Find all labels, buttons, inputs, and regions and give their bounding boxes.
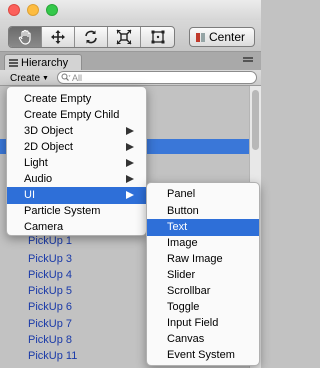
- hierarchy-search-input[interactable]: All: [57, 71, 257, 84]
- menu-item-input-field[interactable]: Input Field: [147, 315, 259, 332]
- create-label: Create: [10, 72, 41, 84]
- hierarchy-tab[interactable]: Hierarchy: [4, 54, 82, 70]
- hand-icon: [18, 29, 31, 45]
- hierarchy-row[interactable]: PickUp 6: [28, 300, 72, 315]
- hierarchy-row[interactable]: PickUp 7: [28, 317, 72, 332]
- scale-tool-button[interactable]: [108, 27, 141, 47]
- menu-item-create-empty[interactable]: Create Empty: [7, 91, 146, 108]
- move-tool-button[interactable]: [42, 27, 75, 47]
- hierarchy-row[interactable]: PickUp 1: [28, 234, 72, 249]
- menu-item-event-system[interactable]: Event System: [147, 347, 259, 364]
- main-toolbar: Center: [0, 20, 261, 52]
- rect-transform-icon: [151, 30, 164, 44]
- hierarchy-row[interactable]: PickUp 11: [28, 349, 77, 364]
- ui-submenu: Panel Button Text Image Raw Image Slider…: [146, 182, 260, 366]
- transform-tools: [8, 26, 175, 48]
- hierarchy-row[interactable]: PickUp 3: [28, 252, 72, 267]
- create-menu: Create Empty Create Empty Child 3D Objec…: [6, 86, 147, 236]
- minimize-window-button[interactable]: [27, 4, 39, 16]
- menu-item-3d-object[interactable]: 3D Object: [7, 123, 146, 140]
- menu-item-toggle[interactable]: Toggle: [147, 299, 259, 316]
- hierarchy-row[interactable]: PickUp 4: [28, 268, 72, 283]
- menu-item-2d-object[interactable]: 2D Object: [7, 139, 146, 156]
- maximize-window-button[interactable]: [46, 4, 58, 16]
- pivot-icon: [195, 32, 206, 43]
- move-arrows-icon: [51, 30, 65, 44]
- menu-item-create-empty-child[interactable]: Create Empty Child: [7, 107, 146, 124]
- hierarchy-toolbar: Create ▼ All: [0, 70, 261, 86]
- list-icon: [9, 58, 18, 67]
- panel-menu-icon[interactable]: [243, 57, 253, 65]
- menu-item-panel[interactable]: Panel: [147, 186, 259, 203]
- menu-item-slider[interactable]: Slider: [147, 267, 259, 284]
- scrollbar-thumb[interactable]: [252, 90, 259, 150]
- caret-down-icon: ▼: [42, 74, 49, 82]
- hierarchy-tab-label: Hierarchy: [21, 56, 69, 69]
- search-icon: [61, 73, 71, 81]
- menu-item-particle-system[interactable]: Particle System: [7, 203, 146, 220]
- menu-item-scrollbar[interactable]: Scrollbar: [147, 283, 259, 300]
- menu-item-camera[interactable]: Camera: [7, 219, 146, 236]
- submenu-arrow-icon: [126, 191, 134, 199]
- menu-item-audio[interactable]: Audio: [7, 171, 146, 188]
- menu-item-text[interactable]: Text: [147, 219, 259, 236]
- hierarchy-row[interactable]: PickUp 8: [28, 333, 72, 348]
- pivot-mode-button[interactable]: Center: [189, 27, 255, 47]
- submenu-arrow-icon: [126, 127, 134, 135]
- submenu-arrow-icon: [126, 143, 134, 151]
- hierarchy-row[interactable]: PickUp 5: [28, 284, 72, 299]
- menu-item-canvas[interactable]: Canvas: [147, 331, 259, 348]
- menu-item-button[interactable]: Button: [147, 203, 259, 220]
- create-dropdown-button[interactable]: Create ▼: [6, 71, 53, 85]
- submenu-arrow-icon: [126, 159, 134, 167]
- menu-item-light[interactable]: Light: [7, 155, 146, 172]
- rect-tool-button[interactable]: [141, 27, 174, 47]
- submenu-arrow-icon: [126, 175, 134, 183]
- window-titlebar: [0, 0, 261, 20]
- hand-tool-button[interactable]: [9, 27, 42, 47]
- menu-item-image[interactable]: Image: [147, 235, 259, 252]
- scale-icon: [116, 29, 132, 45]
- menu-item-ui[interactable]: UI: [7, 187, 146, 204]
- search-placeholder: All: [72, 72, 83, 83]
- rotate-icon: [85, 30, 97, 44]
- pivot-mode-label: Center: [209, 30, 246, 44]
- close-window-button[interactable]: [8, 4, 20, 16]
- rotate-tool-button[interactable]: [75, 27, 108, 47]
- hierarchy-tab-row: Hierarchy: [0, 52, 261, 70]
- menu-item-raw-image[interactable]: Raw Image: [147, 251, 259, 268]
